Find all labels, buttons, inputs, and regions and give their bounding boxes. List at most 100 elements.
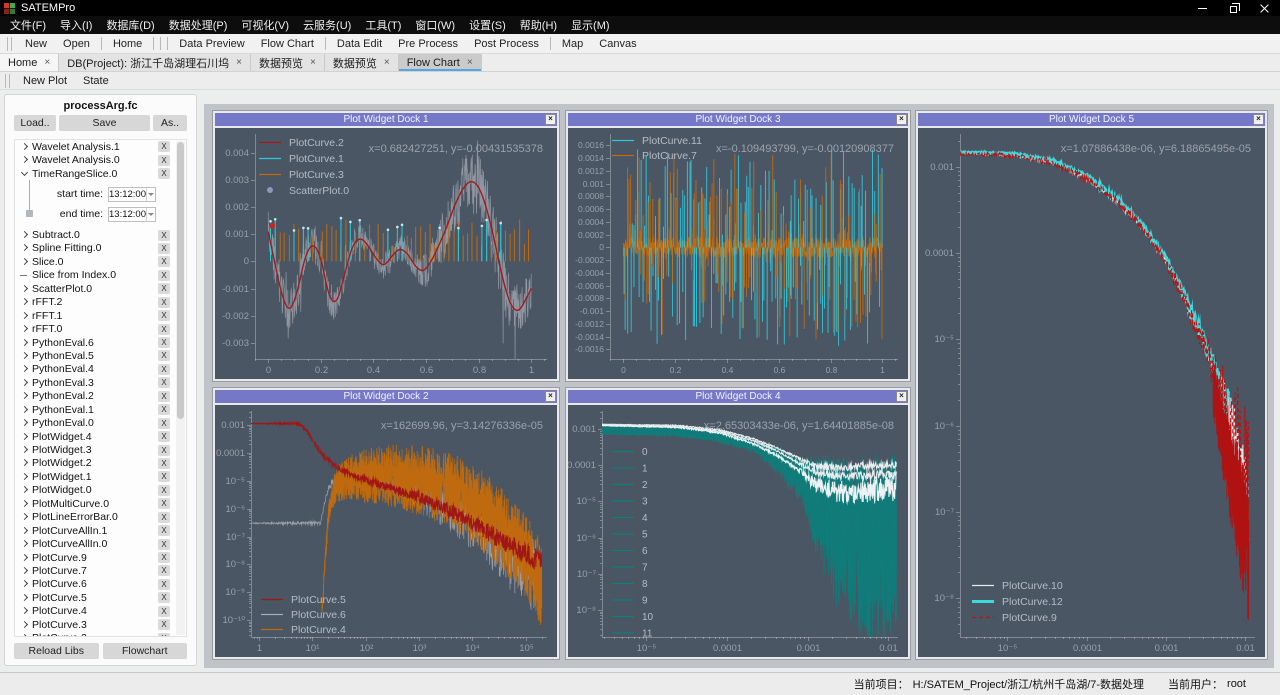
tree-item-rfft-0[interactable]: rFFT.0 X — [15, 322, 186, 335]
remove-node-button[interactable]: X — [158, 141, 170, 153]
chevron-right-icon[interactable] — [20, 297, 30, 307]
save-button[interactable]: Save — [59, 115, 150, 131]
minimize-button[interactable] — [1187, 0, 1218, 16]
tab-close-icon[interactable]: × — [384, 57, 390, 68]
tree-item-plotcurveallin-0[interactable]: PlotCurveAllIn.0 X — [15, 537, 186, 550]
remove-node-button[interactable]: X — [158, 592, 170, 604]
tab-db-project[interactable]: DB(Project): 浙江千岛湖理石川坞 × — [59, 54, 251, 71]
tree-item-plotcurve-7[interactable]: PlotCurve.7 X — [15, 564, 186, 577]
chevron-right-icon[interactable] — [20, 142, 30, 152]
chevron-right-icon[interactable] — [20, 566, 30, 576]
tree-item-time-range-slice-0[interactable]: TimeRangeSlice.0 X — [15, 167, 186, 180]
tree-item-slice-from-index-0[interactable]: Slice from Index.0 X — [15, 269, 186, 282]
menu-item-visualization[interactable]: 可视化(V) — [234, 17, 296, 33]
chevron-right-icon[interactable] — [20, 458, 30, 468]
toolbar-button-open[interactable]: Open — [55, 38, 98, 50]
tree-item-pythoneval-4[interactable]: PythonEval.4 X — [15, 363, 186, 376]
tree-item-pythoneval-2[interactable]: PythonEval.2 X — [15, 390, 186, 403]
tab-data-preview-2[interactable]: 数据预览 × — [324, 54, 399, 71]
dock-close-button[interactable]: × — [545, 114, 556, 125]
chevron-right-icon[interactable] — [20, 378, 30, 388]
tree-item-plotlineerrorbar-0[interactable]: PlotLineErrorBar.0 X — [15, 511, 186, 524]
toolbar-button-pre-process[interactable]: Pre Process — [390, 38, 466, 50]
dock-titlebar[interactable]: Plot Widget Dock 5 × — [918, 113, 1265, 126]
dock-close-button[interactable]: × — [896, 391, 907, 402]
menu-item-display[interactable]: 显示(M) — [564, 17, 617, 33]
remove-node-button[interactable]: X — [158, 605, 170, 617]
tree-item-wavelet-analysis-1[interactable]: Wavelet Analysis.1 X — [15, 140, 186, 153]
remove-node-button[interactable]: X — [158, 484, 170, 496]
remove-node-button[interactable]: X — [158, 457, 170, 469]
subtoolbar-new-plot[interactable]: New Plot — [15, 75, 75, 87]
plot-canvas-dock-2[interactable] — [215, 405, 557, 657]
tab-close-icon[interactable]: × — [236, 57, 242, 68]
tree-item-scatterplot-0[interactable]: ScatterPlot.0 X — [15, 282, 186, 295]
menu-item-tools[interactable]: 工具(T) — [358, 17, 408, 33]
tree-item-subtract-0[interactable]: Subtract.0 X — [15, 228, 186, 241]
tree-item-plotwidget-0[interactable]: PlotWidget.0 X — [15, 484, 186, 497]
tree-item-plotwidget-3[interactable]: PlotWidget.3 X — [15, 443, 186, 456]
plot-canvas-dock-5[interactable] — [918, 128, 1265, 657]
chevron-right-icon[interactable] — [20, 526, 30, 536]
tree-item-pythoneval-0[interactable]: PythonEval.0 X — [15, 416, 186, 429]
toolbar-button-new[interactable]: New — [17, 38, 55, 50]
chevron-right-icon[interactable] — [20, 553, 30, 563]
scrollbar-thumb[interactable] — [177, 142, 184, 419]
tab-home[interactable]: Home × — [0, 54, 60, 71]
tab-data-preview-1[interactable]: 数据预览 × — [251, 54, 325, 71]
chevron-right-icon[interactable] — [20, 432, 30, 442]
remove-node-button[interactable]: X — [158, 256, 170, 268]
remove-node-button[interactable]: X — [158, 363, 170, 375]
chevron-down-icon[interactable] — [20, 169, 30, 179]
remove-node-button[interactable]: X — [158, 337, 170, 349]
remove-node-button[interactable]: X — [158, 431, 170, 443]
tree-item-pythoneval-3[interactable]: PythonEval.3 X — [15, 376, 186, 389]
chevron-right-icon[interactable] — [20, 391, 30, 401]
remove-node-button[interactable]: X — [158, 444, 170, 456]
remove-node-button[interactable]: X — [158, 498, 170, 510]
subtoolbar-state[interactable]: State — [75, 75, 117, 87]
remove-node-button[interactable]: X — [158, 296, 170, 308]
remove-node-button[interactable]: X — [158, 404, 170, 416]
chevron-right-icon[interactable] — [20, 472, 30, 482]
flowchart-button[interactable]: Flowchart — [102, 643, 187, 659]
chevron-right-icon[interactable] — [20, 311, 30, 321]
plot-canvas-dock-4[interactable] — [568, 405, 908, 657]
remove-node-button[interactable]: X — [158, 538, 170, 550]
load-button[interactable]: Load.. — [14, 115, 56, 131]
tree-item-pythoneval-5[interactable]: PythonEval.5 X — [15, 349, 186, 362]
tree-item-plotwidget-2[interactable]: PlotWidget.2 X — [15, 457, 186, 470]
chevron-right-icon[interactable] — [20, 230, 30, 240]
remove-node-button[interactable]: X — [158, 350, 170, 362]
time-spinner-button[interactable] — [145, 187, 155, 201]
tree-item-plotcurve-2[interactable]: PlotCurve.2X — [15, 631, 186, 636]
menu-item-file[interactable]: 文件(F) — [3, 17, 53, 33]
toolbar-button-data-preview[interactable]: Data Preview — [171, 38, 252, 50]
tree-item-plotcurve-5[interactable]: PlotCurve.5 X — [15, 591, 186, 604]
menu-item-database[interactable]: 数据库(D) — [99, 17, 161, 33]
restore-button[interactable] — [1218, 0, 1249, 16]
chevron-right-icon[interactable] — [20, 512, 30, 522]
time-spinner-button[interactable] — [145, 207, 155, 221]
toolbar-button-home[interactable]: Home — [105, 38, 150, 50]
toolbar-button-canvas[interactable]: Canvas — [591, 38, 644, 50]
dock-close-button[interactable]: × — [545, 391, 556, 402]
tree-item-plotwidget-4[interactable]: PlotWidget.4 X — [15, 430, 186, 443]
chevron-right-icon[interactable] — [20, 351, 30, 361]
chevron-right-icon[interactable] — [20, 257, 30, 267]
menu-item-settings[interactable]: 设置(S) — [462, 17, 513, 33]
chevron-right-icon[interactable] — [20, 606, 30, 616]
close-button[interactable] — [1249, 0, 1280, 16]
remove-node-button[interactable]: X — [158, 283, 170, 295]
tab-flow-chart[interactable]: Flow Chart × — [398, 54, 482, 71]
menu-item-import[interactable]: 导入(I) — [53, 17, 99, 33]
chevron-right-icon[interactable] — [20, 485, 30, 495]
chevron-right-icon[interactable] — [20, 633, 30, 636]
plot-canvas-dock-1[interactable] — [215, 128, 557, 379]
chevron-right-icon[interactable] — [20, 579, 30, 589]
chevron-right-icon[interactable] — [20, 324, 30, 334]
remove-node-button[interactable]: X — [158, 471, 170, 483]
chevron-right-icon[interactable] — [20, 364, 30, 374]
remove-node-button[interactable]: X — [158, 377, 170, 389]
remove-node-button[interactable]: X — [158, 632, 170, 636]
